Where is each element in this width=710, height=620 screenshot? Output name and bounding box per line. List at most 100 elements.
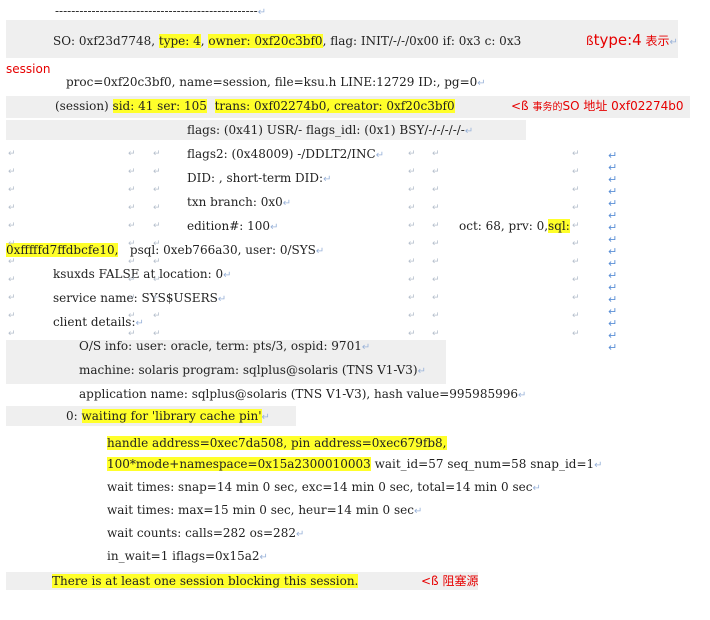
paragraph-mark: ↵	[608, 197, 618, 210]
paragraph-mark: ↵	[608, 281, 618, 294]
paragraph-mark-faint: ↵	[572, 167, 580, 177]
blocking-highlight: There is at least one session blocking t…	[52, 574, 359, 588]
paragraph-mark-faint: ↵	[408, 257, 416, 267]
wait-times-1-line: wait times: snap=14 min 0 sec, exc=14 mi…	[107, 480, 541, 494]
wait-counts-line: wait counts: calls=282 os=282↵	[107, 526, 305, 540]
paragraph-mark-faint: ↵	[153, 149, 161, 159]
in-wait-line: in_wait=1 iflags=0x15a2↵	[107, 549, 268, 563]
flags-line: flags: (0x41) USR/- flags_idl: (0x1) BSY…	[187, 123, 474, 137]
paragraph-mark-faint: ↵	[153, 311, 161, 321]
paragraph-mark: ↵	[608, 233, 618, 246]
paragraph-mark-faint: ↵	[153, 257, 161, 267]
txn-line: txn branch: 0x0↵	[187, 195, 292, 209]
paragraph-mark-faint: ↵	[408, 149, 416, 159]
paragraph-mark-faint: ↵	[8, 293, 16, 303]
paragraph-mark-faint: ↵	[8, 221, 16, 231]
paragraph-mark-faint: ↵	[572, 239, 580, 249]
paragraph-mark-faint: ↵	[408, 293, 416, 303]
paragraph-mark-faint: ↵	[128, 311, 136, 321]
paragraph-mark-faint: ↵	[8, 311, 16, 321]
sql-label-highlight: sql:	[548, 219, 570, 233]
so-annotation: ßtype:4 表示↵	[586, 31, 678, 49]
paragraph-mark-faint: ↵	[432, 257, 440, 267]
paragraph-mark-faint: ↵	[153, 167, 161, 177]
paragraph-mark-faint: ↵	[153, 203, 161, 213]
paragraph-mark-faint: ↵	[572, 329, 580, 339]
paragraph-mark-faint: ↵	[8, 149, 16, 159]
paragraph-mark-faint: ↵	[432, 167, 440, 177]
paragraph-mark-faint: ↵	[408, 185, 416, 195]
paragraph-mark-faint: ↵	[128, 239, 136, 249]
sql-address-highlight: 0xfffffd7ffdbcfe10,	[6, 243, 119, 257]
paragraph-mark-faint: ↵	[128, 293, 136, 303]
edition-line: edition#: 100↵	[187, 219, 279, 233]
paragraph-mark: ↵	[608, 341, 618, 354]
paragraph-mark-faint: ↵	[432, 329, 440, 339]
paragraph-mark-faint: ↵	[8, 185, 16, 195]
paragraph-mark-faint: ↵	[128, 149, 136, 159]
paragraph-mark-faint: ↵	[432, 185, 440, 195]
session-annotation: <ß 事务的SO 地址 0xf02274b0	[511, 99, 684, 113]
paragraph-mark: ↵	[608, 293, 618, 306]
paragraph-mark: ↵	[608, 209, 618, 222]
paragraph-mark-faint: ↵	[408, 239, 416, 249]
paragraph-mark-faint: ↵	[128, 275, 136, 285]
paragraph-mark-faint: ↵	[128, 167, 136, 177]
paragraph-mark-faint: ↵	[408, 275, 416, 285]
flags2-line: flags2: (0x48009) -/DDLT2/INC↵	[187, 147, 385, 161]
paragraph-mark-faint: ↵	[572, 275, 580, 285]
did-line: DID: , short-term DID:↵	[187, 171, 332, 185]
paragraph-mark-faint: ↵	[153, 293, 161, 303]
so-annotation-session: session	[6, 62, 51, 76]
paragraph-mark-faint: ↵	[432, 311, 440, 321]
paragraph-mark-faint: ↵	[572, 221, 580, 231]
paragraph-mark-faint: ↵	[408, 221, 416, 231]
paragraph-mark-faint: ↵	[572, 185, 580, 195]
paragraph-mark-faint: ↵	[572, 257, 580, 267]
separator-text: ----------------------------------------…	[55, 4, 258, 18]
paragraph-mark-faint: ↵	[572, 293, 580, 303]
paragraph-mark-faint: ↵	[572, 203, 580, 213]
paragraph-mark-faint: ↵	[432, 239, 440, 249]
wait-times-2-line: wait times: max=15 min 0 sec, heur=14 mi…	[107, 503, 423, 517]
paragraph-mark: ↵	[608, 149, 618, 162]
handle-line: handle address=0xec7da508, pin address=0…	[107, 434, 447, 452]
paragraph-mark-faint: ↵	[408, 311, 416, 321]
paragraph-mark-faint: ↵	[153, 275, 161, 285]
paragraph-mark: ↵	[608, 317, 618, 330]
paragraph-mark: ↵	[608, 305, 618, 318]
paragraph-mark: ↵	[608, 245, 618, 258]
proc-line: proc=0xf20c3bf0, name=session, file=ksu.…	[66, 75, 486, 89]
so-owner-highlight: owner: 0xf20c3bf0	[208, 34, 323, 48]
mode-line: 100*mode+namespace=0x15a2300010003 wait_…	[107, 457, 603, 471]
paragraph-mark-faint: ↵	[153, 329, 161, 339]
paragraph-mark-faint: ↵	[8, 203, 16, 213]
waiting-line: 0: waiting for 'library cache pin'↵	[66, 409, 270, 423]
paragraph-mark-faint: ↵	[432, 203, 440, 213]
sql-line: 0xfffffd7ffdbcfe10, psql: 0xeb766a30, us…	[6, 243, 325, 257]
paragraph-mark-faint: ↵	[128, 257, 136, 267]
blocking-line: There is at least one session blocking t…	[52, 572, 359, 590]
paragraph-mark-faint: ↵	[153, 185, 161, 195]
paragraph-mark-faint: ↵	[128, 329, 136, 339]
mode-highlight: 100*mode+namespace=0x15a2300010003	[107, 457, 371, 471]
sid-highlight: sid: 41 ser: 105	[112, 99, 207, 113]
so-type-highlight: type: 4	[158, 34, 201, 48]
paragraph-mark-faint: ↵	[572, 311, 580, 321]
paragraph-mark: ↵	[608, 173, 618, 186]
so-line: SO: 0xf23d7748, type: 4, owner: 0xf20c3b…	[53, 34, 522, 48]
creator-highlight: creator: 0xf20c3bf0	[334, 99, 455, 113]
os-line: O/S info: user: oracle, term: pts/3, osp…	[79, 339, 371, 353]
paragraph-mark-faint: ↵	[432, 149, 440, 159]
app-line: application name: sqlplus@solaris (TNS V…	[79, 387, 527, 401]
paragraph-mark-faint: ↵	[408, 167, 416, 177]
so-rest: , flag: INIT/-/-/0x00 if: 0x3 c: 0x3	[322, 34, 522, 48]
paragraph-mark-faint: ↵	[8, 167, 16, 177]
paragraph-mark-faint: ↵	[432, 221, 440, 231]
paragraph-mark-faint: ↵	[128, 185, 136, 195]
paragraph-mark-faint: ↵	[408, 329, 416, 339]
paragraph-mark-faint: ↵	[8, 239, 16, 249]
paragraph-mark-faint: ↵	[572, 149, 580, 159]
paragraph-mark-faint: ↵	[8, 257, 16, 267]
ksuxds-line: ksuxds FALSE at location: 0↵	[53, 267, 232, 281]
